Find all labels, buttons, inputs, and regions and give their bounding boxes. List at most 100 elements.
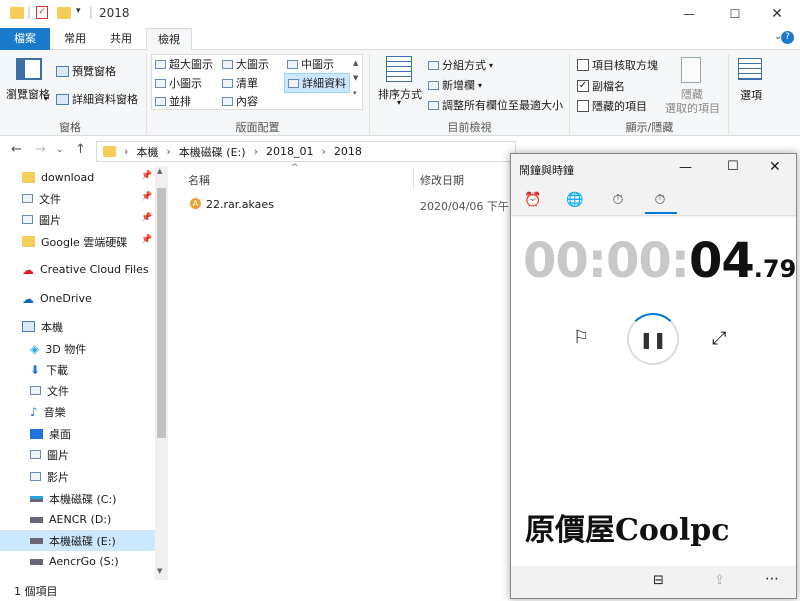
column-header-date[interactable]: 修改日期: [420, 172, 464, 188]
sidebar-item-3d-objects[interactable]: ◈ 3D 物件: [30, 338, 86, 359]
sidebar-item-drive-e[interactable]: 本機磁碟 (E:): [30, 530, 116, 551]
item-checkboxes-toggle[interactable]: 項目核取方塊: [577, 57, 658, 73]
breadcrumb-item[interactable]: 本機磁碟 (E:): [179, 144, 246, 160]
breadcrumb-item[interactable]: 本機: [136, 144, 158, 160]
sidebar-item-this-pc[interactable]: 本機: [22, 316, 63, 337]
extra-large-icons-icon: [155, 59, 166, 69]
size-columns-icon: [428, 100, 439, 110]
breadcrumb-item[interactable]: 2018_01: [266, 145, 314, 158]
options-icon[interactable]: [738, 58, 762, 80]
layout-large-icons[interactable]: 大圖示: [222, 56, 269, 72]
list-icon: [222, 78, 233, 88]
preview-pane-button[interactable]: 預覽窗格: [56, 63, 116, 79]
group-divider: [569, 54, 570, 134]
recent-locations-icon[interactable]: ⌄: [56, 145, 64, 155]
maximize-button[interactable]: ☐: [712, 0, 758, 28]
scroll-down-icon[interactable]: ▼: [157, 567, 162, 575]
properties-icon[interactable]: ✓: [36, 6, 48, 19]
sidebar-item-creative-cloud[interactable]: ☁ Creative Cloud Files: [22, 259, 149, 280]
lap-flag-icon[interactable]: ⚐: [573, 327, 589, 348]
gallery-scroll-icon[interactable]: ▲ ▼ ▾: [353, 56, 358, 101]
layout-extra-large-icons[interactable]: 超大圖示: [155, 56, 213, 72]
more-options-icon[interactable]: ⋯: [765, 571, 779, 587]
sidebar-item-documents-2[interactable]: 文件: [30, 380, 69, 401]
back-arrow-icon[interactable]: ←: [11, 142, 22, 157]
sort-by-icon[interactable]: [386, 56, 412, 82]
alarm-icon[interactable]: ⏰: [523, 192, 543, 212]
add-columns-icon: [428, 80, 439, 90]
sidebar-item-pictures[interactable]: 圖片: [22, 209, 61, 230]
world-clock-icon[interactable]: 🌐: [565, 192, 585, 212]
sidebar-item-desktop[interactable]: 桌面: [30, 423, 71, 444]
sidebar-item-downloads[interactable]: ⬇ 下載: [30, 359, 68, 380]
desktop-icon: [30, 428, 43, 439]
column-header-name[interactable]: 名稱: [188, 172, 210, 188]
timer-icon[interactable]: ⏱: [608, 192, 628, 212]
navigation-pane-icon[interactable]: [16, 58, 42, 80]
sidebar-item-google-drive[interactable]: Google 雲端硬碟: [22, 231, 127, 252]
sidebar-item-drive-c[interactable]: 本機磁碟 (C:): [30, 488, 116, 509]
sidebar-item-music[interactable]: ♪ 音樂: [30, 401, 66, 422]
dropdown-arrow-icon[interactable]: ▾: [397, 98, 401, 107]
sidebar-scrollbar[interactable]: [155, 166, 168, 580]
forward-arrow-icon[interactable]: →: [35, 142, 46, 157]
download-icon: ⬇: [30, 362, 41, 377]
layout-medium-icons[interactable]: 中圖示: [287, 56, 334, 72]
group-by-button[interactable]: 分組方式 ▾: [428, 57, 493, 73]
close-button[interactable]: ✕: [754, 0, 800, 28]
hide-selected-icon[interactable]: [681, 57, 701, 83]
documents-icon: [22, 194, 33, 203]
group-label-panes: 窗格: [59, 121, 81, 134]
tab-share[interactable]: 共用: [98, 28, 144, 50]
clock-maximize-button[interactable]: ☐: [727, 159, 739, 174]
column-divider[interactable]: [413, 168, 414, 190]
folder-icon: [22, 172, 35, 183]
file-extensions-toggle[interactable]: ✓ 副檔名: [577, 78, 625, 94]
layout-list[interactable]: 清單: [222, 75, 258, 91]
qat-dropdown-icon[interactable]: ▾: [76, 6, 81, 16]
details-pane-button[interactable]: 詳細資料窗格: [56, 91, 138, 107]
sidebar-item-download[interactable]: download: [22, 167, 94, 188]
tab-file[interactable]: 檔案: [0, 28, 50, 50]
clock-minimize-button[interactable]: —: [679, 160, 692, 175]
stopwatch-hundredths: .79: [753, 255, 797, 283]
pause-button[interactable]: ❚❚: [627, 313, 679, 365]
group-label-current-view: 目前檢視: [447, 121, 492, 134]
folder-icon: [103, 146, 116, 157]
group-label-show-hide: 顯示/隱藏: [625, 121, 674, 134]
drive-icon: [30, 537, 43, 544]
chevron-right-icon: ›: [253, 145, 258, 158]
keep-on-top-icon[interactable]: ⊟: [653, 573, 664, 588]
scroll-up-icon[interactable]: ▲: [157, 167, 162, 175]
dropdown-arrow-icon[interactable]: ▾: [44, 94, 48, 103]
size-all-columns-button[interactable]: 調整所有欄位至最適大小: [428, 97, 563, 113]
sidebar-item-pictures-2[interactable]: 圖片: [30, 444, 69, 465]
tab-home[interactable]: 常用: [52, 28, 98, 50]
clock-close-button[interactable]: ✕: [769, 159, 781, 175]
sidebar-item-documents[interactable]: 文件: [22, 188, 61, 209]
breadcrumb-item[interactable]: 2018: [334, 145, 362, 158]
layout-content[interactable]: 內容: [222, 93, 258, 109]
computer-icon: [22, 321, 35, 332]
new-folder-icon[interactable]: [57, 7, 71, 19]
sidebar-item-drive-d[interactable]: AENCR (D:): [30, 509, 111, 530]
share-icon[interactable]: ⇪: [714, 573, 725, 588]
options-button[interactable]: 選項: [740, 87, 762, 103]
help-icon[interactable]: ?: [781, 31, 794, 44]
layout-small-icons[interactable]: 小圖示: [155, 75, 202, 91]
minimize-button[interactable]: —: [666, 0, 712, 28]
expand-icon[interactable]: ⤢: [712, 328, 726, 349]
add-columns-button[interactable]: 新增欄 ▾: [428, 77, 482, 93]
layout-details[interactable]: 詳細資料: [284, 73, 350, 93]
sidebar-item-onedrive[interactable]: ☁ OneDrive: [22, 288, 92, 309]
up-arrow-icon[interactable]: ↑: [75, 142, 86, 157]
hidden-items-toggle[interactable]: 隱藏的項目: [577, 98, 647, 114]
documents-icon: [30, 386, 41, 395]
stopwatch-icon[interactable]: ⏱: [650, 192, 670, 212]
address-bar[interactable]: › 本機 › 本機磁碟 (E:) › 2018_01 › 2018: [96, 141, 516, 162]
tab-view[interactable]: 檢視: [146, 28, 192, 51]
sidebar-item-drive-s[interactable]: AencrGo (S:): [30, 551, 119, 572]
layout-tiles[interactable]: 並排: [155, 93, 191, 109]
sidebar-item-videos[interactable]: 影片: [30, 466, 69, 487]
file-name[interactable]: 22.rar.akaes: [206, 198, 274, 211]
